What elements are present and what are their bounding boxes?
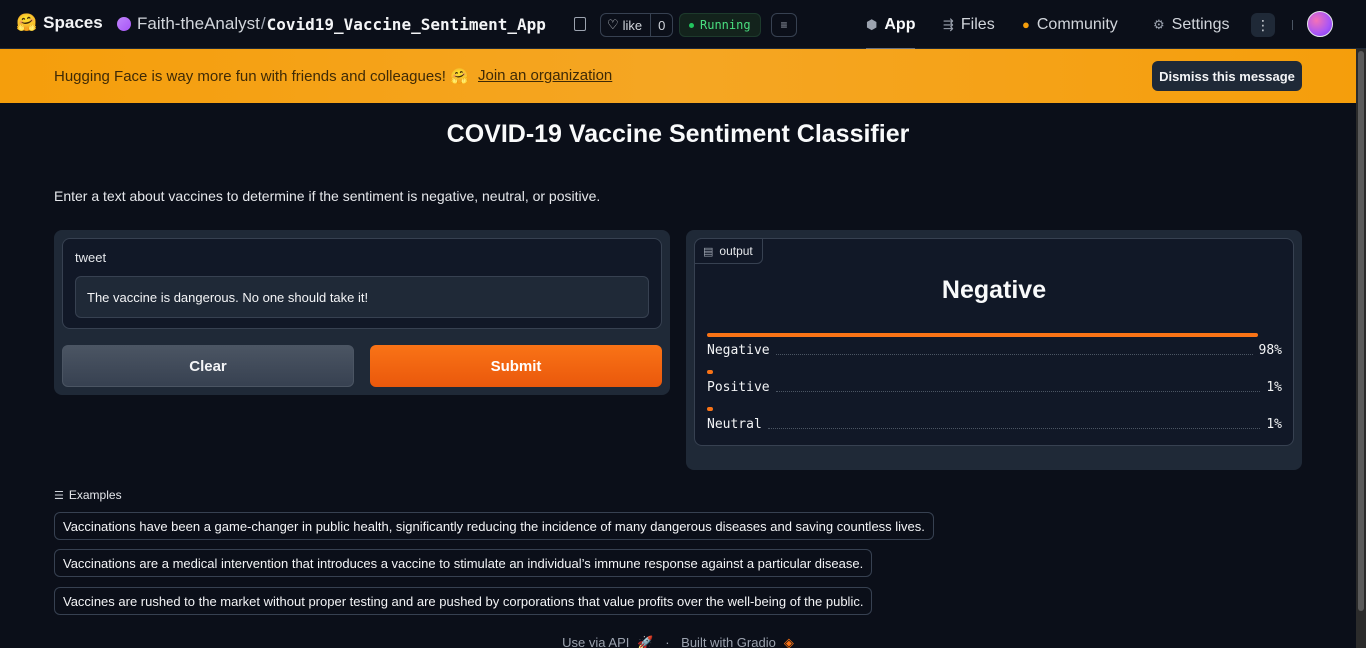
confidence-value: 98% bbox=[1258, 343, 1282, 358]
dotted-leader bbox=[775, 354, 1253, 355]
confidence-bar bbox=[707, 407, 713, 411]
example-item[interactable]: Vaccinations are a medical intervention … bbox=[54, 549, 873, 577]
example-item[interactable]: Vaccinations have been a game-changer in… bbox=[54, 512, 934, 540]
gradio-logo-icon: ◈ bbox=[783, 635, 794, 648]
rocket-icon: 🚀 bbox=[637, 635, 654, 648]
hugging-face-icon: 🤗 bbox=[16, 13, 38, 32]
tab-community[interactable]: ● Community bbox=[1022, 0, 1118, 49]
status-dot-icon bbox=[689, 22, 694, 28]
output-label-tag: ▤ output bbox=[694, 238, 763, 264]
confidence-label: Neutral bbox=[707, 417, 762, 432]
tab-label: Community bbox=[1036, 15, 1118, 33]
copy-icon[interactable] bbox=[574, 17, 586, 31]
example-item[interactable]: Vaccines are rushed to the market withou… bbox=[54, 587, 873, 615]
confidence-value: 1% bbox=[1266, 417, 1282, 432]
org-banner: Hugging Face is way more fun with friend… bbox=[0, 49, 1356, 103]
predicted-label: Negative bbox=[941, 276, 1047, 304]
clear-button[interactable]: Clear bbox=[62, 345, 354, 387]
tab-label: Settings bbox=[1171, 15, 1230, 33]
like-label: like bbox=[622, 17, 643, 33]
dismiss-button[interactable]: Dismiss this message bbox=[1152, 61, 1302, 91]
list-icon: ☰ bbox=[54, 489, 64, 502]
nav-divider bbox=[1292, 20, 1293, 30]
output-label: output bbox=[719, 244, 753, 258]
like-button[interactable]: ♡ like 0 bbox=[600, 13, 674, 37]
cube-icon: ⬢ bbox=[866, 16, 878, 32]
tab-label: App bbox=[884, 15, 916, 33]
repo-breadcrumb: Faith-theAnalyst / Covid19_Vaccine_Senti… bbox=[117, 14, 546, 34]
gear-icon: ⚙ bbox=[1153, 16, 1165, 32]
status-badge[interactable]: Running bbox=[679, 13, 761, 37]
examples-header: ☰ Examples bbox=[54, 488, 122, 502]
spaces-logo[interactable]: 🤗 Spaces bbox=[16, 13, 103, 33]
confidence-bar bbox=[707, 333, 1258, 337]
heart-icon: ♡ bbox=[607, 17, 619, 32]
dotted-leader bbox=[767, 428, 1261, 429]
logs-icon: ≡ bbox=[780, 18, 788, 32]
confidence-label: Negative bbox=[707, 343, 770, 358]
like-count: 0 bbox=[658, 17, 666, 33]
submit-button[interactable]: Submit bbox=[370, 345, 662, 387]
user-avatar[interactable] bbox=[1307, 11, 1333, 37]
tweet-input[interactable]: The vaccine is dangerous. No one should … bbox=[75, 276, 649, 318]
repo-owner-link[interactable]: Faith-theAnalyst bbox=[137, 14, 260, 34]
scrollbar-thumb[interactable] bbox=[1358, 51, 1364, 611]
confidence-value: 1% bbox=[1266, 380, 1282, 395]
repo-name-link[interactable]: Covid19_Vaccine_Sentiment_App bbox=[267, 15, 546, 34]
tab-app[interactable]: ⬢ App bbox=[866, 0, 916, 50]
tab-files[interactable]: ⇶ Files bbox=[943, 0, 995, 49]
output-block bbox=[694, 238, 1294, 446]
banner-message: Hugging Face is way more fun with friend… bbox=[54, 68, 469, 85]
footer-separator: · bbox=[665, 635, 670, 648]
tab-label: Files bbox=[960, 15, 995, 33]
more-options-button[interactable]: ⋮ bbox=[1251, 13, 1275, 37]
built-with-gradio-link[interactable]: Built with Gradio bbox=[681, 635, 776, 648]
confidence-bar bbox=[707, 370, 713, 374]
kebab-icon: ⋮ bbox=[1256, 16, 1270, 33]
status-label: Running bbox=[700, 18, 751, 32]
community-icon: ● bbox=[1022, 17, 1030, 32]
use-via-api-link[interactable]: Use via API bbox=[562, 635, 629, 648]
brand-label: Spaces bbox=[43, 13, 103, 32]
owner-avatar-icon bbox=[117, 17, 131, 31]
chart-icon: ▤ bbox=[703, 245, 714, 258]
top-navbar: 🤗 Spaces Faith-theAnalyst / Covid19_Vacc… bbox=[0, 0, 1366, 50]
app-description: Enter a text about vaccines to determine… bbox=[54, 188, 601, 204]
breadcrumb-separator: / bbox=[260, 14, 266, 33]
join-organization-link[interactable]: Join an organization bbox=[478, 67, 612, 84]
page-title: COVID-19 Vaccine Sentiment Classifier bbox=[446, 120, 910, 148]
confidence-label: Positive bbox=[707, 380, 770, 395]
examples-label: Examples bbox=[68, 488, 122, 502]
page-scrollbar[interactable] bbox=[1356, 49, 1366, 648]
tweet-label: tweet bbox=[75, 250, 107, 265]
dotted-leader bbox=[775, 391, 1261, 392]
footer: Use via API 🚀 · Built with Gradio ◈ bbox=[0, 635, 1356, 648]
tab-settings[interactable]: ⚙ Settings bbox=[1153, 0, 1229, 49]
logs-button[interactable]: ≡ bbox=[771, 13, 797, 37]
files-icon: ⇶ bbox=[943, 16, 954, 32]
